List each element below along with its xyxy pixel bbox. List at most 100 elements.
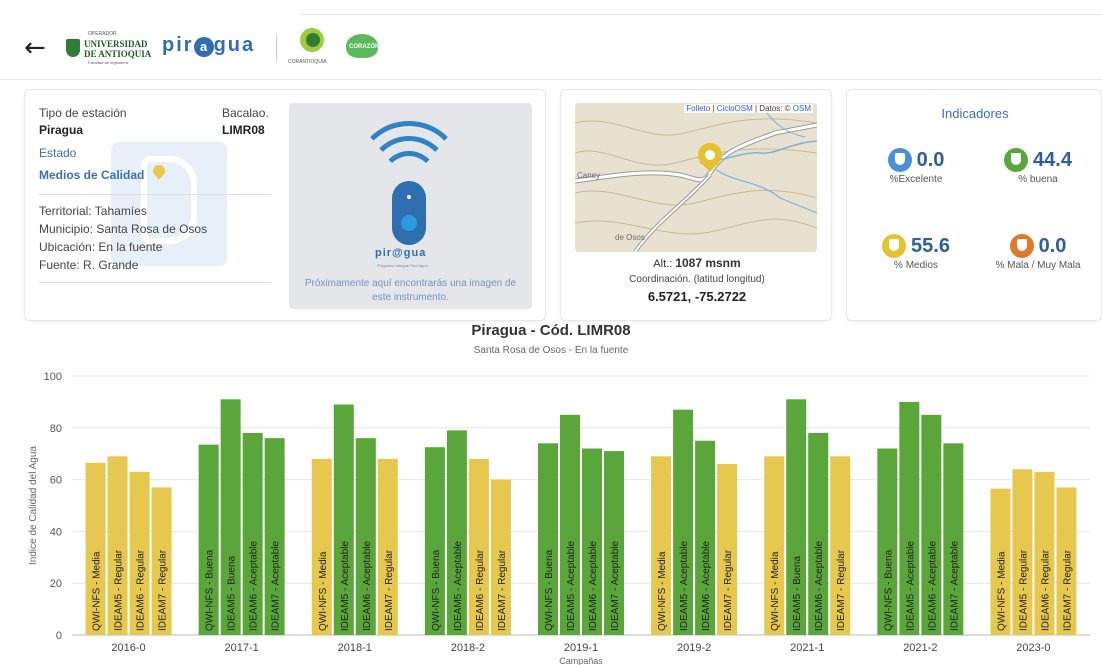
bar-label: IDEAM5 - Aceptable (566, 541, 577, 631)
y-tick-label: 40 (50, 526, 62, 538)
x-tick-label: 2016-0 (111, 642, 145, 654)
map-attr-osm-link[interactable]: OSM (793, 104, 811, 113)
piragua-logo-text-2: gua (213, 34, 256, 56)
bar-label: IDEAM5 - Aceptable (453, 541, 464, 631)
bar-label: IDEAM5 - Aceptable (905, 541, 916, 631)
coordinates-value: 6.5721, -75.2722 (647, 289, 747, 304)
bar-label: IDEAM5 - Aceptable (340, 541, 351, 631)
sensor-device-icon (392, 181, 426, 245)
bar-label: QWI-NFS - Buena (205, 549, 216, 631)
udea-name-line2: DE ANTIOQUIA (84, 49, 152, 59)
bar-label: IDEAM6 - Regular (1040, 549, 1051, 631)
header-bar: ← OPERADOR UNIVERSIDAD DE ANTIOQUIA Facu… (0, 0, 1102, 80)
bar-label: IDEAM7 - Regular (497, 549, 508, 631)
indicator-mala-value: 0.0 (1038, 234, 1067, 257)
x-tick-label: 2019-1 (564, 642, 598, 654)
station-card: Tipo de estación Piragua Bacalao. LIMR08… (24, 89, 546, 321)
indicator-medios-label: % Medios (894, 260, 938, 271)
bar-label: QWI-NFS - Media (770, 551, 781, 631)
indicator-excelente-value: 0.0 (916, 148, 945, 171)
bar-label: IDEAM5 - Regular (1018, 549, 1029, 631)
station-status-label: Estado (39, 146, 77, 160)
flask-orange-icon (1009, 234, 1034, 258)
instrument-image-placeholder: pir@gua Programa Integral Red Agua Próxi… (289, 103, 532, 309)
indicator-buena: 44.4 % buena (979, 148, 1097, 185)
map-attr-sep2: | Datos: © (752, 104, 793, 113)
udea-operator-label: OPERADOR (88, 31, 117, 37)
bar-label: IDEAM6 - Aceptable (814, 541, 825, 631)
y-tick-label: 100 (44, 371, 62, 383)
corantioquia-label: CORANTIOQUIA (288, 59, 327, 65)
bar-label: QWI-NFS - Media (318, 551, 329, 631)
flask-green-icon (1004, 148, 1029, 172)
flask-blue-icon (887, 148, 912, 172)
sensor-lens (401, 215, 417, 231)
station-fuente: Fuente: R. Grande (39, 258, 139, 272)
bar-label: IDEAM7 - Regular (723, 549, 734, 631)
corazon-label: CORAZÓN (349, 44, 380, 50)
corantioquia-leaf-inner-icon (306, 33, 320, 47)
bar-label: QWI-NFS - Media (996, 551, 1007, 631)
station-code-label: Bacalao. (222, 106, 269, 120)
indicator-buena-value: 44.4 (1033, 148, 1072, 171)
bar-label: QWI-NFS - Media (92, 551, 103, 631)
y-tick-label: 0 (56, 630, 62, 642)
bar-label: IDEAM7 - Regular (158, 549, 169, 631)
map-label-caney: Caney (577, 171, 601, 180)
bar-label: IDEAM7 - Regular (836, 549, 847, 631)
bar-label: QWI-NFS - Buena (544, 549, 555, 631)
udea-name-line1: UNIVERSIDAD (84, 39, 148, 49)
bar-label: QWI-NFS - Media (657, 551, 668, 631)
bar-label: IDEAM6 - Regular (475, 549, 486, 631)
map-attr-cyclosm-link[interactable]: CicloOSM (717, 104, 753, 113)
instrument-brand: pir@gua (375, 247, 427, 259)
station-status-value: Medios de Calidad (39, 168, 145, 182)
x-tick-label: 2021-2 (903, 642, 937, 654)
indicator-mala-label: % Mala / Muy Mala (995, 260, 1081, 271)
station-divider-2 (39, 282, 271, 283)
station-divider-1 (39, 194, 271, 195)
indicator-medios: 55.6 % Medios (857, 234, 975, 271)
indicators-title: Indicadores (941, 106, 1009, 121)
x-tick-label: 2018-1 (338, 642, 372, 654)
bar-label: IDEAM6 - Aceptable (249, 541, 260, 631)
map-attribution: Folleto | CicloOSM | Datos: © OSM (684, 104, 813, 113)
station-territorial: Territorial: Tahamíes (39, 204, 147, 218)
back-arrow-icon[interactable]: ← (24, 34, 52, 62)
station-ubicacion: Ubicación: En la fuente (39, 240, 163, 254)
bar-label: IDEAM7 - Aceptable (949, 541, 960, 631)
station-type-label: Tipo de estación (39, 106, 127, 120)
bar-label: IDEAM7 - Aceptable (271, 541, 282, 631)
bar-label: IDEAM7 - Regular (384, 549, 395, 631)
station-type-value: Piragua (39, 123, 84, 137)
logo-divider (276, 34, 277, 62)
bar-label: IDEAM5 - Regular (114, 549, 125, 631)
corantioquia-logo: CORANTIOQUIA (288, 28, 338, 68)
bar-label: IDEAM6 - Aceptable (701, 541, 712, 631)
altitude-label: Alt.: (653, 258, 673, 270)
indicator-excelente-label: %Excelente (889, 174, 943, 185)
bar-label: IDEAM6 - Aceptable (588, 541, 599, 631)
chart-subtitle: Santa Rosa de Osos - En la fuente (473, 345, 629, 356)
indicator-mala: 0.0 % Mala / Muy Mala (979, 234, 1097, 271)
header-top-divider (300, 14, 1102, 15)
bar-label: IDEAM5 - Aceptable (679, 541, 690, 631)
y-tick-label: 80 (50, 423, 62, 435)
bar-label: IDEAM7 - Aceptable (610, 541, 621, 631)
sensor-dot (407, 195, 411, 199)
bar-label: IDEAM6 - Aceptable (362, 541, 373, 631)
station-map[interactable]: Caney de Osos Folleto | CicloOSM | Datos… (575, 103, 817, 252)
altitude-value: 1087 msnm (675, 256, 741, 270)
map-attr-folleto-link[interactable]: Folleto (686, 104, 710, 113)
piragua-logo-text-1: pir (162, 34, 194, 56)
indicators-card: Indicadores 0.0 %Excelente 44.4 % buena … (846, 89, 1102, 321)
indicator-medios-value: 55.6 (911, 234, 950, 257)
x-tick-label: 2018-2 (451, 642, 485, 654)
quality-bar-chart: 0 20 40 60 80 100 Indice de Calidad del Agua Ca… (28, 371, 1090, 665)
piragua-logo: pir a gua (162, 34, 255, 57)
map-tiles (575, 103, 817, 252)
udea-faculty: Facultad de Ingeniería (88, 60, 128, 65)
altitude-row: Alt.: 1087 msnm (561, 256, 833, 270)
x-tick-label: 2017-1 (225, 642, 259, 654)
bar-label: QWI-NFS - Buena (883, 549, 894, 631)
